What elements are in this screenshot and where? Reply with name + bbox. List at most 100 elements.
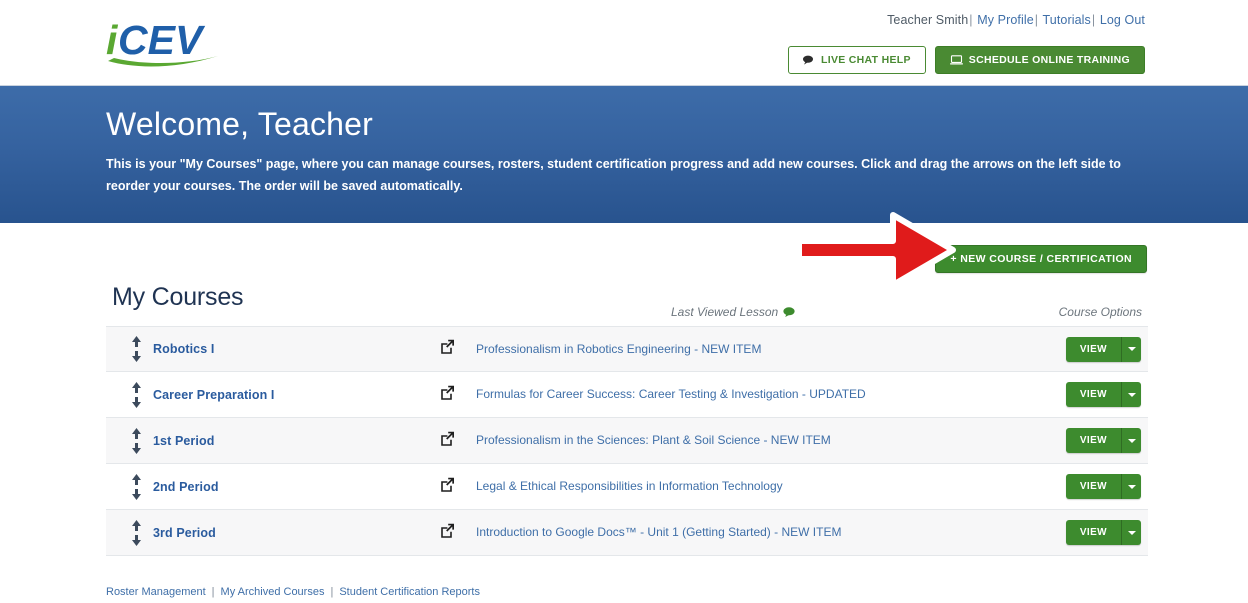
table-row: 2nd Period Legal & Ethical Responsibilit…	[106, 464, 1148, 510]
reorder-handle[interactable]	[106, 426, 153, 456]
user-name: Teacher Smith	[887, 13, 969, 27]
table-row: Career Preparation I Formulas for Career…	[106, 372, 1148, 418]
icev-logo[interactable]: i CEV	[106, 18, 256, 70]
link-separator: |	[1091, 13, 1096, 27]
view-dropdown-toggle[interactable]	[1121, 520, 1141, 545]
view-button[interactable]: VIEW	[1066, 520, 1121, 545]
comment-bubble-icon	[783, 307, 795, 317]
chevron-down-icon	[1127, 392, 1136, 397]
open-course-cell	[418, 339, 476, 359]
my-courses-header: My Courses Last Viewed Lesson Course Opt…	[106, 283, 1148, 326]
course-options-cell: VIEW	[1048, 474, 1148, 499]
new-course-button-wrap: + NEW COURSE / CERTIFICATION	[935, 245, 1147, 273]
page-root: i CEV Teacher Smith| My Profile| Tutoria…	[0, 0, 1248, 603]
view-dropdown-toggle[interactable]	[1121, 336, 1141, 362]
open-course-cell	[418, 477, 476, 497]
link-roster-management[interactable]: Roster Management	[106, 586, 206, 598]
last-viewed-lesson-link[interactable]: Formulas for Career Success: Career Test…	[476, 385, 866, 404]
course-name-link[interactable]: 3rd Period	[153, 526, 216, 540]
table-row: 1st Period Professionalism in the Scienc…	[106, 418, 1148, 464]
open-course-cell	[418, 385, 476, 405]
view-button-group[interactable]: VIEW	[1065, 428, 1141, 453]
view-button[interactable]: VIEW	[1066, 474, 1121, 499]
course-name-cell: Career Preparation I	[153, 386, 418, 404]
course-name-cell: Robotics I	[153, 340, 418, 358]
course-name-link[interactable]: 1st Period	[153, 434, 214, 448]
view-button-group[interactable]: VIEW	[1065, 474, 1141, 499]
last-viewed-lesson-cell: Professionalism in the Sciences: Plant &…	[476, 431, 1048, 450]
reorder-handle[interactable]	[106, 380, 153, 410]
last-viewed-lesson-cell: Formulas for Career Success: Career Test…	[476, 385, 1048, 404]
page-description: This is your "My Courses" page, where yo…	[106, 157, 1121, 193]
last-viewed-lesson-link[interactable]: Introduction to Google Docs™ - Unit 1 (G…	[476, 523, 841, 542]
open-course-cell	[418, 431, 476, 451]
view-button[interactable]: VIEW	[1066, 428, 1121, 453]
courses-table: Robotics I Professionalism in Robotics E…	[106, 326, 1148, 556]
page-title: Welcome, Teacher	[106, 106, 374, 142]
link-separator: |	[1034, 13, 1039, 27]
view-dropdown-toggle[interactable]	[1121, 428, 1141, 453]
external-link-icon[interactable]	[440, 523, 455, 543]
welcome-banner: Welcome, Teacher This is your "My Course…	[0, 85, 1248, 223]
link-tutorials[interactable]: Tutorials	[1043, 13, 1091, 27]
external-link-icon[interactable]	[440, 477, 455, 497]
monitor-icon	[949, 55, 963, 65]
schedule-online-training-button[interactable]: SCHEDULE ONLINE TRAINING	[934, 46, 1145, 74]
reorder-handle[interactable]	[106, 334, 153, 364]
footer-separator: |	[330, 586, 334, 598]
arrow-up-icon[interactable]	[130, 472, 143, 502]
course-options-cell: VIEW	[1048, 382, 1148, 407]
view-button-group[interactable]: VIEW	[1065, 336, 1141, 362]
external-link-icon[interactable]	[440, 339, 455, 359]
course-name-cell: 1st Period	[153, 432, 418, 450]
chat-bubble-icon	[803, 55, 815, 65]
view-dropdown-toggle[interactable]	[1121, 382, 1141, 407]
last-viewed-lesson-link[interactable]: Professionalism in the Sciences: Plant &…	[476, 431, 831, 450]
external-link-icon[interactable]	[440, 431, 455, 451]
link-my-archived-courses[interactable]: My Archived Courses	[221, 586, 325, 598]
view-dropdown-toggle[interactable]	[1121, 474, 1141, 499]
new-course-certification-button[interactable]: + NEW COURSE / CERTIFICATION	[935, 245, 1147, 273]
reorder-handle[interactable]	[106, 472, 153, 502]
view-button[interactable]: VIEW	[1066, 337, 1121, 362]
arrow-up-icon[interactable]	[130, 380, 143, 410]
last-viewed-lesson-cell: Introduction to Google Docs™ - Unit 1 (G…	[476, 523, 1048, 542]
footer-separator: |	[211, 586, 215, 598]
arrow-up-icon[interactable]	[130, 334, 143, 364]
link-student-certification-reports[interactable]: Student Certification Reports	[339, 586, 480, 598]
new-course-certification-label: + NEW COURSE / CERTIFICATION	[950, 253, 1132, 265]
arrow-up-icon[interactable]	[130, 518, 143, 548]
external-link-icon[interactable]	[440, 385, 455, 405]
view-button-group[interactable]: VIEW	[1065, 520, 1141, 545]
my-courses-section: My Courses Last Viewed Lesson Course Opt…	[106, 283, 1148, 556]
table-row: 3rd Period Introduction to Google Docs™ …	[106, 510, 1148, 556]
reorder-handle[interactable]	[106, 518, 153, 548]
link-log-out[interactable]: Log Out	[1100, 13, 1145, 27]
column-header-course-options: Course Options	[1058, 305, 1142, 319]
live-chat-help-button[interactable]: LIVE CHAT HELP	[788, 46, 926, 74]
last-viewed-lesson-cell: Professionalism in Robotics Engineering …	[476, 340, 1048, 359]
last-viewed-lesson-cell: Legal & Ethical Responsibilities in Info…	[476, 477, 1048, 496]
course-name-cell: 2nd Period	[153, 478, 418, 496]
last-viewed-lesson-link[interactable]: Legal & Ethical Responsibilities in Info…	[476, 477, 783, 496]
last-viewed-lesson-link[interactable]: Professionalism in Robotics Engineering …	[476, 340, 761, 359]
view-button-group[interactable]: VIEW	[1065, 382, 1141, 407]
footer-links: Roster Management | My Archived Courses | St…	[106, 586, 480, 598]
column-header-last-viewed-lesson-label: Last Viewed Lesson	[671, 305, 779, 319]
chevron-down-icon	[1127, 347, 1136, 351]
table-row: Robotics I Professionalism in Robotics E…	[106, 326, 1148, 372]
course-name-link[interactable]: 2nd Period	[153, 480, 219, 494]
my-courses-title: My Courses	[112, 283, 244, 311]
course-options-cell: VIEW	[1048, 428, 1148, 453]
course-name-cell: 3rd Period	[153, 524, 418, 542]
chevron-down-icon	[1127, 438, 1136, 443]
course-name-link[interactable]: Robotics I	[153, 342, 214, 356]
view-button[interactable]: VIEW	[1066, 382, 1121, 407]
link-my-profile[interactable]: My Profile	[977, 13, 1034, 27]
course-name-link[interactable]: Career Preparation I	[153, 388, 275, 402]
live-chat-help-label: LIVE CHAT HELP	[821, 54, 911, 66]
svg-text:CEV: CEV	[118, 18, 206, 63]
chevron-down-icon	[1127, 530, 1136, 535]
course-options-cell: VIEW	[1048, 520, 1148, 545]
arrow-up-icon[interactable]	[130, 426, 143, 456]
